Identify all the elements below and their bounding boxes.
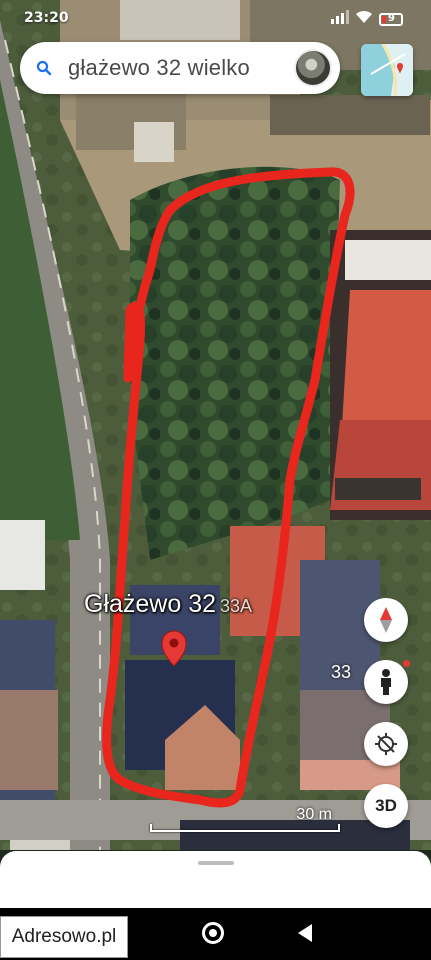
map-scale: 30 m bbox=[150, 806, 340, 836]
pegman-icon bbox=[381, 669, 391, 695]
battery-level: 9 bbox=[388, 12, 395, 24]
satellite-imagery bbox=[0, 0, 431, 850]
place-label-suffix: 33A bbox=[220, 596, 253, 616]
3d-view-button[interactable]: 3D bbox=[364, 784, 408, 828]
street-view-button[interactable] bbox=[364, 660, 410, 704]
bottom-sheet[interactable] bbox=[0, 851, 431, 911]
notification-dot bbox=[403, 660, 410, 667]
compass-button[interactable] bbox=[364, 598, 408, 642]
scale-bar bbox=[150, 824, 340, 832]
avatar[interactable] bbox=[294, 49, 332, 87]
search-icon[interactable] bbox=[20, 60, 68, 76]
back-icon[interactable] bbox=[298, 924, 312, 942]
search-input[interactable]: głażewo 32 wielko bbox=[68, 55, 294, 81]
map-layers-icon bbox=[361, 44, 413, 96]
sheet-drag-handle[interactable] bbox=[198, 861, 234, 865]
compass-icon bbox=[380, 607, 392, 633]
status-bar: 23:20 9 bbox=[0, 0, 431, 34]
place-name: Głażewo 32 bbox=[84, 590, 217, 618]
place-label[interactable]: Głażewo 32 33A bbox=[84, 590, 252, 619]
wifi-icon bbox=[355, 10, 373, 28]
home-icon[interactable] bbox=[202, 922, 224, 944]
my-location-button[interactable] bbox=[364, 722, 408, 766]
battery-icon: 9 bbox=[379, 12, 403, 26]
signal-icon bbox=[331, 10, 349, 28]
status-time: 23:20 bbox=[24, 10, 69, 26]
satellite-map[interactable] bbox=[0, 0, 431, 850]
location-off-icon bbox=[375, 733, 397, 755]
neighbor-number-label: 33 bbox=[331, 662, 352, 682]
map-layers-button[interactable] bbox=[361, 44, 413, 96]
scale-label: 30 m bbox=[296, 806, 332, 823]
watermark: Adresowo.pl bbox=[0, 916, 128, 958]
search-bar[interactable]: głażewo 32 wielko bbox=[20, 42, 340, 94]
